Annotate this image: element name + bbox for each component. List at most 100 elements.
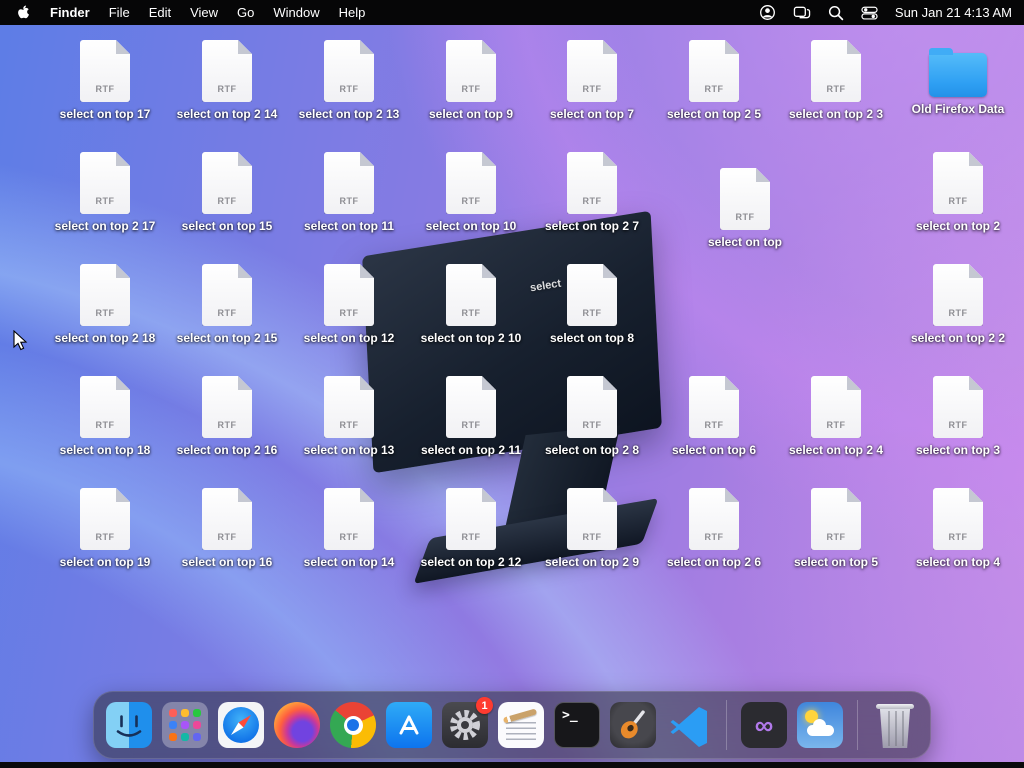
dock-weather[interactable]: [797, 702, 843, 748]
desktop-file-select-on-top-14[interactable]: RTF select on top 14: [290, 488, 408, 569]
icon-label: select on top 2 8: [544, 443, 640, 457]
desktop-stacks-icon[interactable]: [793, 4, 811, 21]
desktop-wallpaper: select RTF select on top 17 RTF select on t…: [0, 0, 1024, 762]
dock-vscode[interactable]: [666, 702, 712, 748]
menubar-clock[interactable]: Sun Jan 21 4:13 AM: [895, 5, 1012, 20]
desktop-file-select-on-top-2-6[interactable]: RTF select on top 2 6: [655, 488, 773, 569]
desktop-file-select-on-top-18[interactable]: RTF select on top 18: [46, 376, 164, 457]
dock-trash[interactable]: [872, 702, 918, 748]
desktop-file-select-on-top-2-12[interactable]: RTF select on top 2 12: [412, 488, 530, 569]
desktop-file-select-on-top-13[interactable]: RTF select on top 13: [290, 376, 408, 457]
desktop-file-select-on-top-2-11[interactable]: RTF select on top 2 11: [412, 376, 530, 457]
desktop-file-select-on-top-2-4[interactable]: RTF select on top 2 4: [777, 376, 895, 457]
rtf-file-icon: RTF: [324, 40, 374, 102]
textedit-icon: [498, 702, 544, 748]
dock-settings[interactable]: 1: [442, 697, 493, 748]
dock-textedit[interactable]: [498, 702, 544, 748]
rtf-file-icon: RTF: [567, 152, 617, 214]
desktop-file-select-on-top-7[interactable]: RTF select on top 7: [533, 40, 651, 121]
dock-finder[interactable]: [106, 702, 152, 748]
dock: 1 >_ ∞: [93, 691, 931, 759]
file-type-label: RTF: [339, 420, 359, 430]
dock-divider: [857, 700, 858, 750]
desktop-file-select-on-top-2-18[interactable]: RTF select on top 2 18: [46, 264, 164, 345]
desktop-file-select-on-top[interactable]: RTF select on top: [686, 168, 804, 249]
icon-label: select on top 2 9: [544, 555, 640, 569]
rtf-file-icon: RTF: [446, 376, 496, 438]
dock-terminal[interactable]: >_: [554, 702, 600, 748]
menu-window[interactable]: Window: [273, 5, 319, 20]
icon-label: select on top 3: [915, 443, 1001, 457]
file-type-label: RTF: [461, 308, 481, 318]
desktop-file-select-on-top-15[interactable]: RTF select on top 15: [168, 152, 286, 233]
menu-app-name[interactable]: Finder: [50, 5, 90, 20]
desktop-file-select-on-top-2-10[interactable]: RTF select on top 2 10: [412, 264, 530, 345]
desktop-file-select-on-top-9[interactable]: RTF select on top 9: [412, 40, 530, 121]
rtf-file-icon: RTF: [324, 152, 374, 214]
rtf-file-icon: RTF: [933, 488, 983, 550]
desktop-file-select-on-top-2-8[interactable]: RTF select on top 2 8: [533, 376, 651, 457]
file-type-label: RTF: [826, 84, 846, 94]
file-type-label: RTF: [704, 532, 724, 542]
menu-edit[interactable]: Edit: [149, 5, 171, 20]
file-type-label: RTF: [704, 84, 724, 94]
desktop-file-select-on-top-5[interactable]: RTF select on top 5: [777, 488, 895, 569]
desktop-file-select-on-top-2-17[interactable]: RTF select on top 2 17: [46, 152, 164, 233]
desktop-file-select-on-top-19[interactable]: RTF select on top 19: [46, 488, 164, 569]
rtf-file-icon: RTF: [202, 264, 252, 326]
desktop-file-select-on-top-3[interactable]: RTF select on top 3: [899, 376, 1017, 457]
icon-label: select on top 10: [425, 219, 517, 233]
menu-go[interactable]: Go: [237, 5, 254, 20]
file-type-label: RTF: [217, 84, 237, 94]
desktop-file-select-on-top-2-16[interactable]: RTF select on top 2 16: [168, 376, 286, 457]
rtf-file-icon: RTF: [689, 488, 739, 550]
rtf-file-icon: RTF: [811, 488, 861, 550]
desktop-file-select-on-top-6[interactable]: RTF select on top 6: [655, 376, 773, 457]
launchpad-icon: [162, 702, 208, 748]
menu-file[interactable]: File: [109, 5, 130, 20]
icon-label: select on top 4: [915, 555, 1001, 569]
dock-visualstudio[interactable]: ∞: [741, 702, 787, 748]
apple-menu-icon[interactable]: [16, 4, 31, 21]
desktop-folder-old-firefox-data[interactable]: Old Firefox Data: [899, 40, 1017, 116]
desktop-file-select-on-top-2-7[interactable]: RTF select on top 2 7: [533, 152, 651, 233]
control-center-icon[interactable]: [861, 5, 878, 21]
desktop-file-select-on-top-2-9[interactable]: RTF select on top 2 9: [533, 488, 651, 569]
desktop-file-select-on-top-2-13[interactable]: RTF select on top 2 13: [290, 40, 408, 121]
desktop-file-select-on-top-2-2[interactable]: RTF select on top 2 2: [899, 264, 1017, 345]
dock-safari[interactable]: [218, 702, 264, 748]
icon-label: select on top 2 13: [298, 107, 400, 121]
dock-launchpad[interactable]: [162, 702, 208, 748]
desktop-file-select-on-top-8[interactable]: RTF select on top 8: [533, 264, 651, 345]
desktop-file-select-on-top-11[interactable]: RTF select on top 11: [290, 152, 408, 233]
desktop-file-select-on-top-10[interactable]: RTF select on top 10: [412, 152, 530, 233]
desktop-file-select-on-top-4[interactable]: RTF select on top 4: [899, 488, 1017, 569]
rtf-file-icon: RTF: [446, 40, 496, 102]
dock-firefox[interactable]: [274, 702, 320, 748]
rtf-file-icon: RTF: [446, 488, 496, 550]
user-account-icon[interactable]: [759, 4, 776, 21]
desktop-file-select-on-top-2[interactable]: RTF select on top 2: [899, 152, 1017, 233]
icon-label: select on top 7: [549, 107, 635, 121]
icon-label: select on top 12: [303, 331, 395, 345]
desktop-file-select-on-top-2-15[interactable]: RTF select on top 2 15: [168, 264, 286, 345]
file-type-label: RTF: [735, 212, 755, 222]
search-icon[interactable]: [828, 5, 844, 21]
icon-label: select on top 2 18: [54, 331, 156, 345]
desktop-file-select-on-top-2-3[interactable]: RTF select on top 2 3: [777, 40, 895, 121]
desktop-file-select-on-top-2-14[interactable]: RTF select on top 2 14: [168, 40, 286, 121]
rtf-file-icon: RTF: [80, 152, 130, 214]
desktop-file-select-on-top-17[interactable]: RTF select on top 17: [46, 40, 164, 121]
dock-chrome[interactable]: [330, 702, 376, 748]
weather-icon: [797, 702, 843, 748]
rtf-file-icon: RTF: [202, 40, 252, 102]
desktop-file-select-on-top-12[interactable]: RTF select on top 12: [290, 264, 408, 345]
desktop-file-select-on-top-16[interactable]: RTF select on top 16: [168, 488, 286, 569]
icon-label: select on top 14: [303, 555, 395, 569]
file-type-label: RTF: [95, 532, 115, 542]
menu-view[interactable]: View: [190, 5, 218, 20]
dock-garageband[interactable]: [610, 702, 656, 748]
dock-appstore[interactable]: [386, 702, 432, 748]
desktop-file-select-on-top-2-5[interactable]: RTF select on top 2 5: [655, 40, 773, 121]
menu-help[interactable]: Help: [339, 5, 366, 20]
